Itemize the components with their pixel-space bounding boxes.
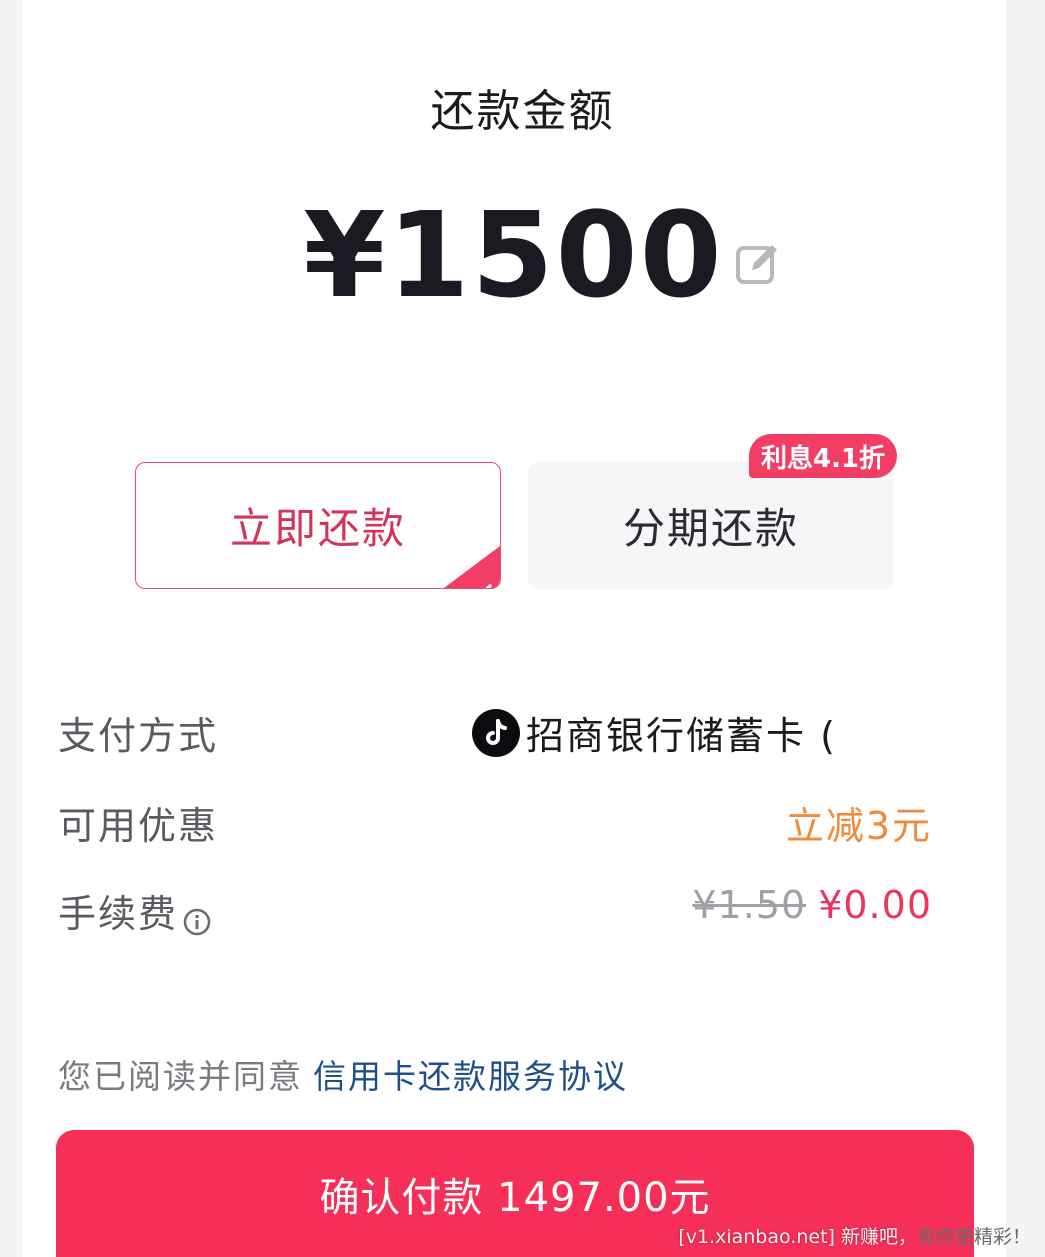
page-title: 还款金额 <box>430 86 615 137</box>
check-icon <box>469 563 493 588</box>
fee-current: ¥0.00 <box>818 883 932 927</box>
promo-value[interactable]: 立减3元 <box>786 795 932 850</box>
repay-now-option[interactable]: 立即还款 <box>135 462 501 589</box>
watermark: [v1.xianbao.net] 新赚吧，有你更精彩！ <box>678 1222 1031 1249</box>
payment-method-selector[interactable]: 招商银行储蓄卡 ( <box>472 705 837 760</box>
agreement-prefix: 您已阅读并同意 <box>58 1057 303 1096</box>
watermark-text-a: [v1.xianbao.net] 新赚吧， <box>678 1226 917 1248</box>
installment-option[interactable]: 分期还款 <box>528 462 894 589</box>
tiktok-icon <box>472 708 520 757</box>
edit-icon[interactable] <box>734 240 782 288</box>
fee-label: 手续费 <box>58 892 179 936</box>
amount-value: ¥1500 <box>303 186 724 324</box>
agreement-text: 您已阅读并同意 信用卡还款服务协议 <box>58 1050 628 1098</box>
promo-label: 可用优惠 <box>58 804 219 848</box>
payment-method-label: 支付方式 <box>58 714 219 758</box>
interest-discount-badge: 利息4.1折 <box>749 434 897 478</box>
repay-now-label: 立即还款 <box>229 504 406 553</box>
watermark-text-b: 有你更精彩！ <box>916 1226 1031 1248</box>
info-icon[interactable] <box>182 902 212 935</box>
installment-label: 分期还款 <box>622 504 799 553</box>
agreement-link[interactable]: 信用卡还款服务协议 <box>313 1057 628 1096</box>
fee-original: ¥1.50 <box>692 883 807 927</box>
payment-method-value: 招商银行储蓄卡 ( <box>526 714 837 758</box>
confirm-payment-label: 确认付款 1497.00元 <box>319 1174 711 1221</box>
amount-row: ¥1500 <box>0 185 1045 325</box>
fee-row-label: 手续费 <box>58 883 212 938</box>
fee-value: ¥1.50 ¥0.00 <box>692 883 932 927</box>
